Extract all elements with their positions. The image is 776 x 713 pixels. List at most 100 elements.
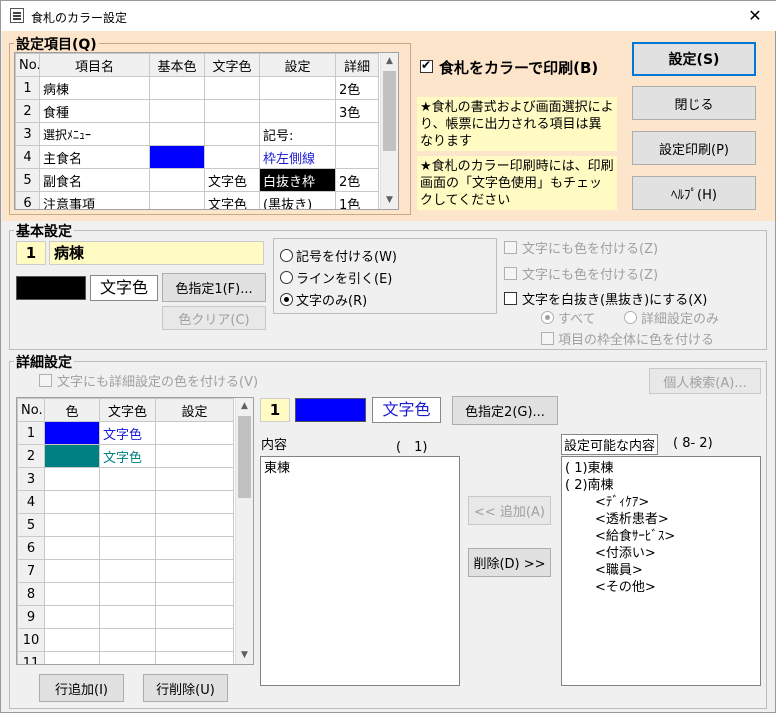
list-item[interactable]: <付添い> xyxy=(565,545,757,562)
detail-settings-group-label: 詳細設定 xyxy=(14,352,74,372)
radio-text-only[interactable] xyxy=(280,293,293,306)
text-color-checkbox-2-label[interactable]: 文字にも色を付ける(Z) xyxy=(522,264,658,283)
content-count: ( 1) xyxy=(396,440,428,455)
row-basic-color xyxy=(149,76,205,100)
white-text-checkbox[interactable] xyxy=(504,292,517,305)
list-item[interactable]: <職員> xyxy=(565,562,757,579)
radio-draw-line-label[interactable]: ラインを引く(E) xyxy=(296,268,392,287)
color-spec-2-button[interactable]: 色指定2(G)... xyxy=(452,396,558,425)
print-settings-button[interactable]: 設定印刷(P) xyxy=(632,131,756,165)
personal-search-button[interactable]: 個人検索(A)... xyxy=(649,368,761,394)
radio-detail-only-label[interactable]: 詳細設定のみ xyxy=(641,308,719,327)
basic-text-color-label: 文字色 xyxy=(90,275,158,301)
row-text-color xyxy=(204,145,260,169)
detail-table-scrollbar[interactable]: ▲ ▼ xyxy=(235,398,253,664)
settings-items-group-label: 設定項目(Q) xyxy=(14,34,99,54)
radio-draw-line[interactable] xyxy=(280,271,293,284)
table-row[interactable]: 2 食種 3色 xyxy=(15,99,379,123)
row-detail: 1色 xyxy=(335,191,379,209)
list-item[interactable]: ( 2)南棟 xyxy=(565,477,757,494)
text-color-checkbox-2[interactable] xyxy=(504,267,517,280)
list-item[interactable]: <その他> xyxy=(565,579,757,596)
add-content-button[interactable]: << 追加(A) xyxy=(468,496,551,525)
radio-detail-only[interactable] xyxy=(624,311,637,324)
scroll-down-arrow-icon[interactable]: ▼ xyxy=(236,647,253,664)
row-detail: 2色 xyxy=(335,76,379,100)
table-row[interactable]: 1 文字色 xyxy=(17,421,234,445)
row-no: 11 xyxy=(17,651,45,664)
table-row[interactable]: 2 文字色 xyxy=(17,444,234,468)
radio-add-mark-label[interactable]: 記号を付ける(W) xyxy=(296,246,397,265)
list-item[interactable]: 東棟 xyxy=(264,460,456,477)
row-no: 7 xyxy=(17,559,45,583)
row-text-color xyxy=(99,582,156,606)
close-window-button[interactable]: ✕ xyxy=(741,5,769,27)
text-color-checkbox-1[interactable] xyxy=(504,241,517,254)
list-item[interactable]: <透析患者> xyxy=(565,511,757,528)
color-print-label[interactable]: 食札をカラーで印刷(B) xyxy=(439,57,598,78)
table-row[interactable]: 7 xyxy=(17,559,234,583)
help-button[interactable]: ﾍﾙﾌﾟ(H) xyxy=(632,176,756,210)
add-row-button[interactable]: 行追加(I) xyxy=(39,674,124,702)
color-print-checkbox[interactable] xyxy=(420,58,433,73)
color-clear-button[interactable]: 色クリア(C) xyxy=(162,306,266,330)
list-item[interactable]: ( 1)東棟 xyxy=(565,460,757,477)
row-no: 4 xyxy=(17,490,45,514)
row-setting xyxy=(155,582,234,606)
row-setting xyxy=(155,490,234,514)
table-row[interactable]: 4 xyxy=(17,490,234,514)
detail-text-color-checkbox-label[interactable]: 文字にも詳細設定の色を付ける(V) xyxy=(57,371,258,390)
row-setting xyxy=(155,651,234,664)
list-item[interactable]: <給食ｻｰﾋﾞｽ> xyxy=(565,528,757,545)
settings-table-header: No. 項目名 基本色 文字色 設定 詳細 xyxy=(15,53,379,77)
table-row[interactable]: 10 xyxy=(17,628,234,652)
col-header-setting: 設定 xyxy=(155,398,234,422)
row-item-name: 注意事項 xyxy=(39,191,150,209)
table-row[interactable]: 11 xyxy=(17,651,234,664)
content-listbox[interactable]: 東棟 xyxy=(260,456,460,686)
row-detail xyxy=(335,122,379,146)
available-listbox[interactable]: ( 1)東棟 ( 2)南棟 <ﾃﾞｨｹｱ> <透析患者> <給食ｻｰﾋﾞｽ> <… xyxy=(561,456,761,686)
set-button[interactable]: 設定(S) xyxy=(632,42,756,76)
close-button[interactable]: 閉じる xyxy=(632,86,756,120)
list-item[interactable]: <ﾃﾞｨｹｱ> xyxy=(565,494,757,511)
table-row[interactable]: 6 注意事項 文字色 (黒抜き) 1色 xyxy=(15,191,379,209)
white-text-checkbox-label[interactable]: 文字を白抜き(黒抜き)にする(X) xyxy=(522,289,707,308)
col-header-item-name: 項目名 xyxy=(39,53,150,77)
col-header-no: No. xyxy=(15,53,40,77)
remove-content-button[interactable]: 削除(D) >> xyxy=(468,548,551,577)
table-row[interactable]: 3 xyxy=(17,467,234,491)
table-row[interactable]: 5 副食名 文字色 白抜き枠 2色 xyxy=(15,168,379,192)
table-row[interactable]: 9 xyxy=(17,605,234,629)
radio-all-label[interactable]: すべて xyxy=(558,308,596,327)
frame-color-checkbox[interactable] xyxy=(541,332,554,345)
table-row[interactable]: 8 xyxy=(17,582,234,606)
detail-text-color-checkbox[interactable] xyxy=(39,374,52,387)
scroll-down-arrow-icon[interactable]: ▼ xyxy=(381,192,398,209)
radio-add-mark[interactable] xyxy=(280,249,293,262)
row-no: 2 xyxy=(17,444,45,468)
radio-all[interactable] xyxy=(541,311,554,324)
table-row[interactable]: 5 xyxy=(17,513,234,537)
table-row[interactable]: 1 病棟 2色 xyxy=(15,76,379,100)
row-setting: (黒抜き) xyxy=(259,191,336,209)
row-color xyxy=(44,651,100,664)
row-basic-color xyxy=(149,122,205,146)
radio-text-only-label[interactable]: 文字のみ(R) xyxy=(296,290,367,309)
table-row[interactable]: 3 選択ﾒﾆｭｰ 記号: xyxy=(15,122,379,146)
row-no: 6 xyxy=(17,536,45,560)
table-row[interactable]: 6 xyxy=(17,536,234,560)
delete-row-button[interactable]: 行削除(U) xyxy=(143,674,228,702)
table-row[interactable]: 4 主食名 枠左側線 xyxy=(15,145,379,169)
text-color-checkbox-1-label[interactable]: 文字にも色を付ける(Z) xyxy=(522,238,658,257)
scroll-up-arrow-icon[interactable]: ▲ xyxy=(236,398,253,415)
color-spec-1-button[interactable]: 色指定1(F)... xyxy=(162,273,266,302)
row-text-color xyxy=(99,467,156,491)
scroll-thumb[interactable] xyxy=(238,416,251,498)
row-item-name: 病棟 xyxy=(39,76,150,100)
scroll-up-arrow-icon[interactable]: ▲ xyxy=(381,53,398,70)
scroll-thumb[interactable] xyxy=(383,71,396,151)
settings-table-scrollbar[interactable]: ▲ ▼ xyxy=(380,53,398,209)
row-setting xyxy=(155,467,234,491)
frame-color-checkbox-label[interactable]: 項目の枠全体に色を付ける xyxy=(558,329,714,348)
